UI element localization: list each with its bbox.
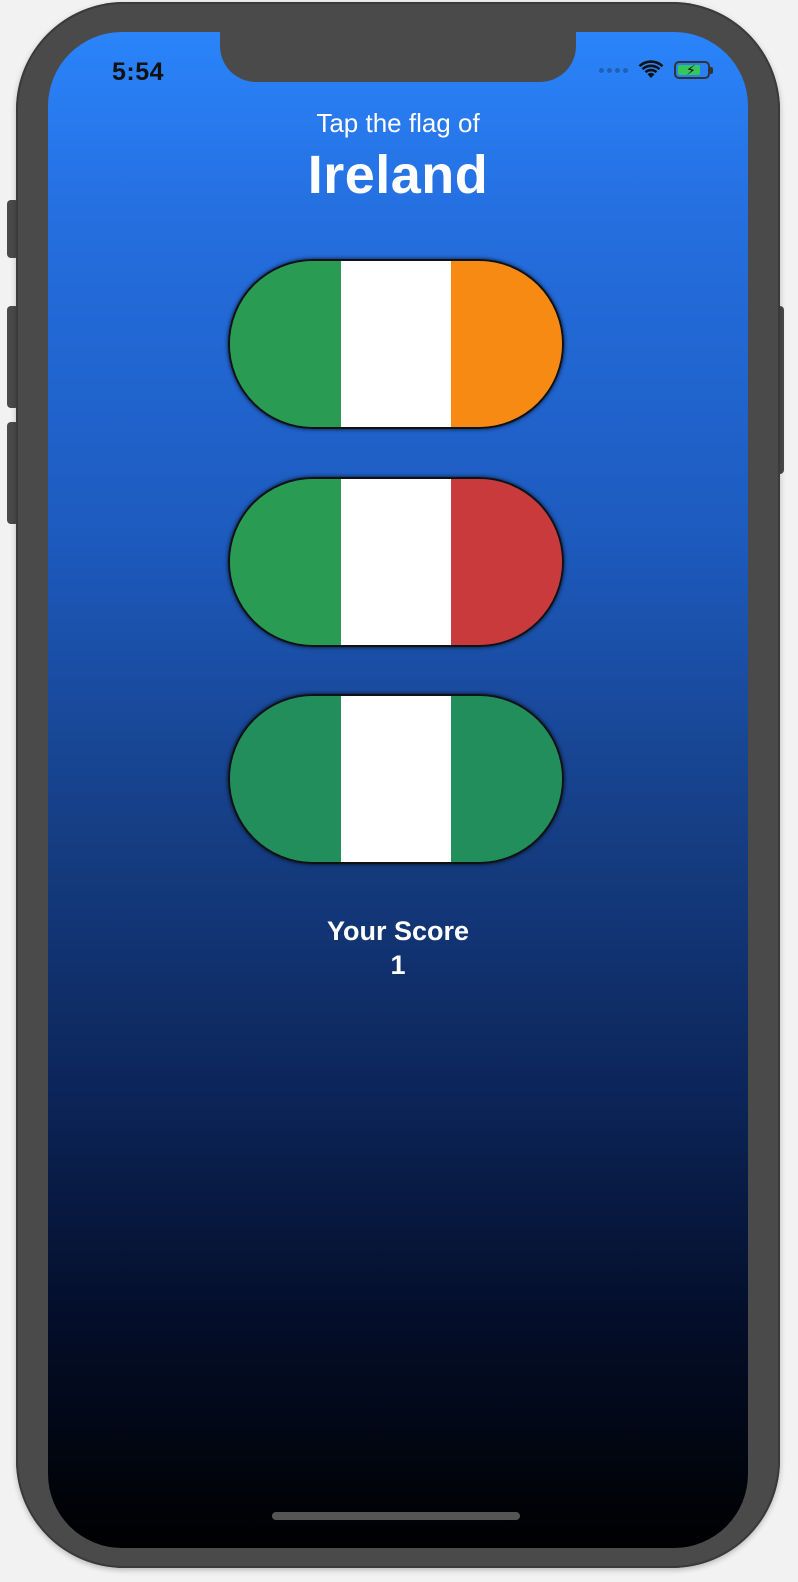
flag-stripe bbox=[230, 479, 341, 645]
flag-stripe bbox=[451, 696, 562, 862]
flag-option-2[interactable] bbox=[228, 477, 564, 647]
wifi-icon bbox=[638, 60, 664, 78]
score-value: 1 bbox=[390, 950, 406, 980]
status-time: 5:54 bbox=[112, 58, 165, 86]
signal-dots-icon bbox=[599, 67, 628, 73]
flag-stripe bbox=[230, 696, 341, 862]
app-screen: 5:54 ⚡ Tap the flag of Ireland Your Scor… bbox=[48, 32, 748, 1548]
country-name: Ireland bbox=[307, 145, 489, 205]
flag-stripe bbox=[340, 261, 452, 427]
battery-charging-icon: ⚡ bbox=[674, 61, 713, 79]
score-label: Your Score bbox=[326, 916, 470, 946]
notch bbox=[220, 32, 576, 82]
flag-stripe bbox=[340, 696, 452, 862]
question-prompt: Tap the flag of bbox=[316, 108, 480, 138]
flag-stripe bbox=[451, 261, 562, 427]
flag-option-1[interactable] bbox=[228, 259, 564, 429]
home-indicator[interactable] bbox=[272, 1512, 520, 1520]
flag-stripe bbox=[230, 261, 341, 427]
flag-stripe bbox=[451, 479, 562, 645]
flag-option-3[interactable] bbox=[228, 694, 564, 864]
flag-stripe bbox=[340, 479, 452, 645]
status-icons: ⚡ bbox=[599, 60, 713, 80]
